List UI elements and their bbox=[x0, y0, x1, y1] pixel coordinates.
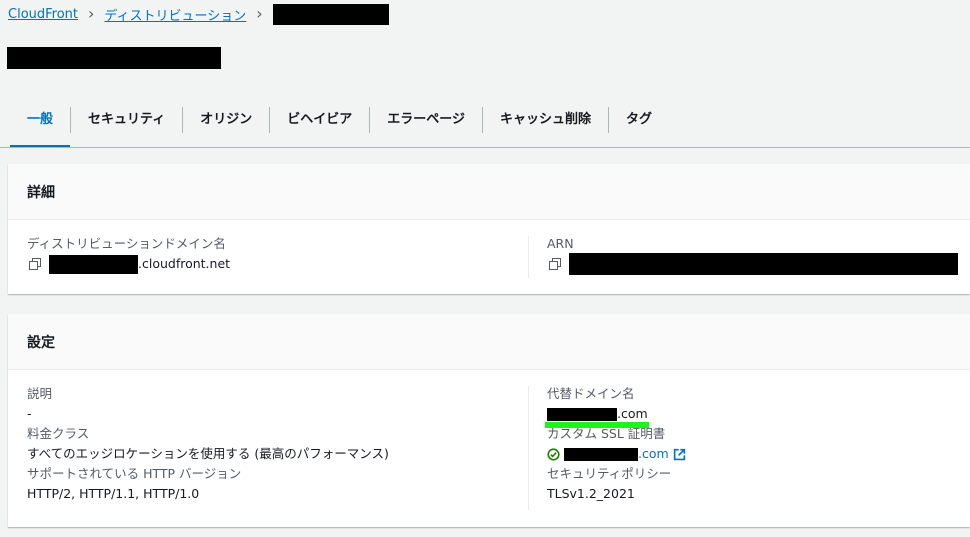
arn-field: ARN bbox=[547, 234, 958, 275]
highlight-mark bbox=[545, 422, 649, 428]
column-divider bbox=[528, 386, 529, 510]
copy-icon[interactable] bbox=[547, 256, 563, 272]
details-panel: 詳細 ディストリビューションドメイン名 .cloudfront.net ARN bbox=[8, 164, 970, 294]
tab-tags[interactable]: タグ bbox=[609, 102, 669, 146]
description-value: - bbox=[27, 406, 32, 421]
alt-domain-value: .com bbox=[547, 404, 686, 424]
details-header: 詳細 bbox=[8, 164, 970, 220]
ssl-cert-link[interactable]: .com bbox=[638, 444, 669, 464]
http-versions-value: HTTP/2, HTTP/1.1, HTTP/1.0 bbox=[27, 486, 200, 501]
description-label: 説明 bbox=[27, 386, 53, 401]
breadcrumb: CloudFront › ディストリビューション › bbox=[8, 3, 389, 25]
breadcrumb-cloudfront-link[interactable]: CloudFront bbox=[8, 7, 78, 22]
breadcrumb-redacted-id bbox=[272, 3, 389, 25]
ssl-cert-value: .com bbox=[547, 444, 686, 464]
tab-security[interactable]: セキュリティ bbox=[71, 102, 182, 146]
settings-right-column: 代替ドメイン名 .com カスタム SSL 証明書 .com セキュリティポリシ… bbox=[547, 384, 686, 504]
tab-origins[interactable]: オリジン bbox=[183, 102, 269, 146]
domain-suffix: .cloudfront.net bbox=[138, 256, 231, 271]
domain-name-field: ディストリビューションドメイン名 .cloudfront.net bbox=[27, 234, 230, 274]
breadcrumb-distributions-link[interactable]: ディストリビューション bbox=[104, 5, 246, 24]
ssl-cert-redacted bbox=[564, 447, 638, 461]
tab-error-pages[interactable]: エラーページ bbox=[370, 102, 482, 146]
settings-panel: 設定 説明 - 料金クラス すべてのエッジロケーションを使用する (最高のパフォ… bbox=[8, 314, 970, 527]
tab-bar: 一般 セキュリティ オリジン ビヘイビア エラーページ キャッシュ削除 タグ bbox=[10, 102, 669, 148]
tab-invalidations[interactable]: キャッシュ削除 bbox=[483, 102, 608, 146]
chevron-right-icon: › bbox=[256, 3, 263, 23]
tab-general[interactable]: 一般 bbox=[10, 102, 71, 148]
chevron-right-icon: › bbox=[88, 3, 95, 23]
domain-name-value: .cloudfront.net bbox=[27, 254, 230, 274]
alt-domain-label: 代替ドメイン名 bbox=[547, 386, 635, 401]
security-policy-label: セキュリティポリシー bbox=[547, 466, 672, 481]
arn-label: ARN bbox=[547, 236, 574, 251]
arn-redacted bbox=[569, 253, 958, 275]
tab-behaviors[interactable]: ビヘイビア bbox=[270, 102, 369, 146]
price-class-label: 料金クラス bbox=[27, 426, 90, 441]
domain-name-label: ディストリビューションドメイン名 bbox=[27, 236, 226, 251]
http-versions-label: サポートされている HTTP バージョン bbox=[27, 466, 242, 481]
page-title-redacted bbox=[7, 47, 221, 69]
alt-domain-redacted bbox=[547, 407, 617, 421]
settings-header: 設定 bbox=[8, 314, 970, 370]
alt-domain-suffix: .com bbox=[617, 406, 648, 421]
settings-left-column: 説明 - 料金クラス すべてのエッジロケーションを使用する (最高のパフォーマン… bbox=[27, 384, 389, 504]
price-class-value: すべてのエッジロケーションを使用する (最高のパフォーマンス) bbox=[27, 446, 389, 461]
external-link-icon[interactable] bbox=[673, 448, 686, 461]
check-circle-icon bbox=[547, 447, 560, 461]
tabs-underline bbox=[0, 147, 970, 148]
copy-icon[interactable] bbox=[27, 256, 43, 272]
security-policy-value: TLSv1.2_2021 bbox=[547, 486, 635, 501]
arn-value bbox=[547, 253, 958, 275]
domain-redacted bbox=[49, 254, 138, 274]
column-divider bbox=[528, 236, 529, 278]
